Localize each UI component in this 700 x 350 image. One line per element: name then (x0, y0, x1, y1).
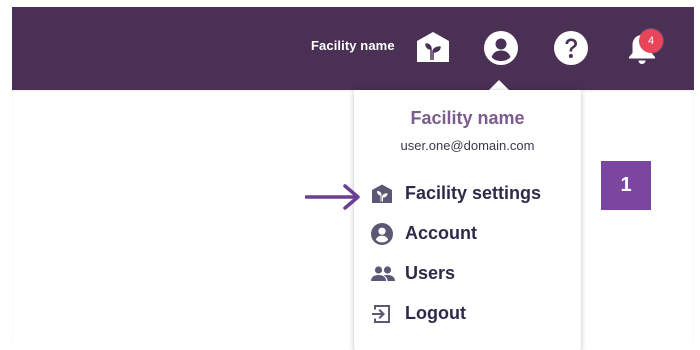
logout-icon (372, 305, 390, 323)
menu-item-label: Logout (405, 303, 466, 323)
screenshot-frame-left (0, 0, 12, 341)
annotation-arrow-icon (305, 184, 360, 210)
dropdown-user-email: user.one@domain.com (400, 138, 535, 153)
menu-item-label: Users (405, 263, 456, 283)
menu-item-facility-settings[interactable]: Facility settings (370, 180, 570, 208)
facility-home-icon[interactable] (414, 28, 452, 66)
screenshot-frame-right (694, 0, 700, 341)
facility-settings-icon (372, 184, 392, 203)
dropdown-caret (489, 80, 509, 90)
main-content-area (12, 90, 694, 341)
menu-item-label: Account (405, 223, 477, 243)
user-account-icon[interactable] (483, 30, 519, 66)
help-icon[interactable] (553, 30, 589, 66)
user-dropdown-menu: Facility name user.one@domain.com Facili… (354, 90, 581, 350)
menu-item-users[interactable]: Users (370, 260, 570, 288)
menu-item-label: Facility settings (405, 183, 542, 203)
step-number-badge: 1 (601, 161, 651, 210)
header-facility-name: Facility name (311, 38, 395, 53)
menu-item-logout[interactable]: Logout (370, 300, 570, 328)
notification-count-badge: 4 (639, 29, 663, 53)
menu-item-account[interactable]: Account (370, 220, 570, 248)
users-icon (371, 266, 395, 281)
account-icon (371, 223, 393, 245)
screenshot-frame-top (0, 0, 700, 7)
dropdown-facility-name: Facility name (410, 108, 525, 128)
